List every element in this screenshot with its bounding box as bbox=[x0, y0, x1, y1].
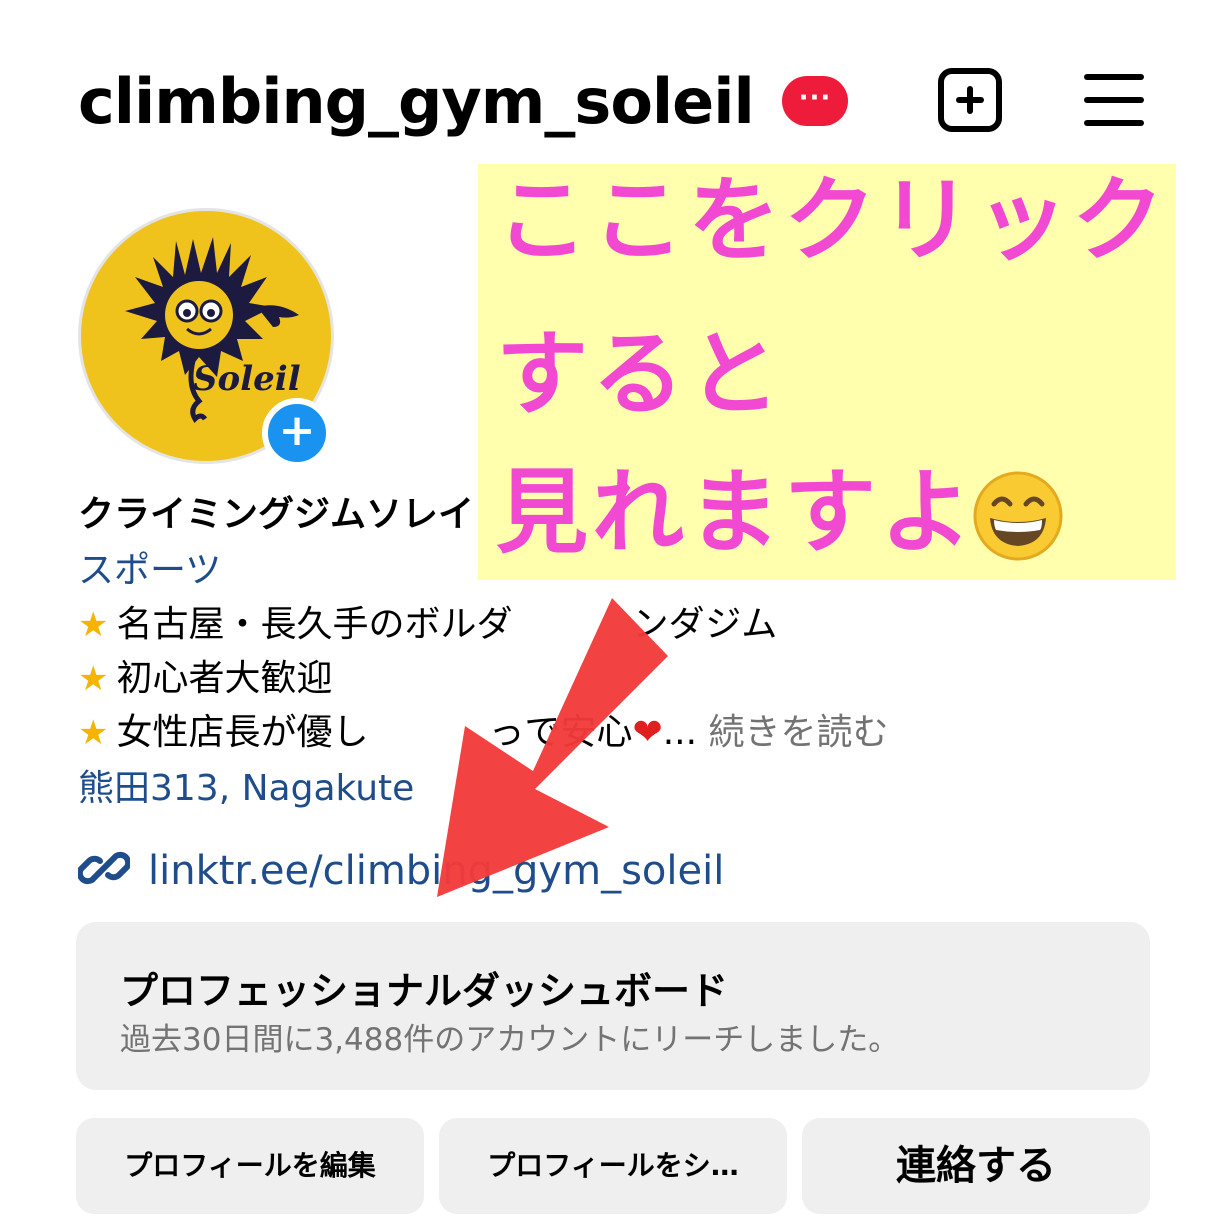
profile-username[interactable]: climbing_gym_soleil bbox=[78, 62, 755, 142]
professional-dashboard[interactable]: プロフェッショナルダッシュボード 過去30日間に3,488件のアカウントにリーチ… bbox=[76, 922, 1150, 1090]
chain-link-icon bbox=[76, 851, 132, 885]
bio-line: ★ 初心者大歓迎 bbox=[78, 658, 333, 699]
bio-line-tail: っで安心 bbox=[488, 712, 633, 753]
bio-line: ★ 名古屋・長久手のボルダ ンダジム bbox=[78, 604, 778, 645]
red-heart-icon: ❤ bbox=[632, 712, 663, 753]
create-post-icon[interactable] bbox=[938, 68, 1002, 132]
annotation-line: ここをクリック bbox=[496, 167, 1169, 274]
glowing-star-icon: ★ bbox=[78, 605, 109, 645]
contact-button[interactable]: 連絡する bbox=[802, 1118, 1150, 1214]
hamburger-menu-icon[interactable] bbox=[1084, 74, 1144, 126]
location-link[interactable]: 熊田313, Nagakute bbox=[78, 764, 414, 814]
profile-category: スポーツ bbox=[78, 550, 222, 591]
annotation-callout: ここをクリック すると 見れますよ bbox=[478, 164, 1176, 580]
logo-text: Soleil bbox=[193, 359, 301, 399]
bio-link[interactable]: linktr.ee/climbing_gym_soleil bbox=[76, 842, 724, 899]
notification-badge[interactable]: ··· bbox=[782, 76, 848, 126]
dashboard-subtitle: 過去30日間に3,488件のアカウントにリーチしました。 bbox=[120, 1022, 900, 1058]
bio-line-tail: ンダジム bbox=[632, 604, 778, 645]
edit-profile-button[interactable]: プロフィールを編集 bbox=[76, 1118, 424, 1214]
annotation-line: すると bbox=[496, 321, 785, 428]
annotation-line: 見れますよ bbox=[496, 459, 977, 566]
add-story-button[interactable]: + bbox=[262, 398, 332, 468]
glowing-star-icon: ★ bbox=[78, 659, 109, 699]
bio-line: ★ 女性店長が優し っで安心❤... 続きを読む bbox=[78, 712, 889, 753]
read-more-link[interactable]: 続きを読む bbox=[708, 712, 888, 753]
display-name: クライミングジムソレイ bbox=[78, 494, 475, 535]
dashboard-title: プロフェッショナルダッシュボード bbox=[120, 969, 729, 1013]
share-profile-button[interactable]: プロフィールをシ… bbox=[439, 1118, 787, 1214]
grinning-face-icon bbox=[973, 471, 1063, 561]
glowing-star-icon: ★ bbox=[78, 713, 109, 753]
